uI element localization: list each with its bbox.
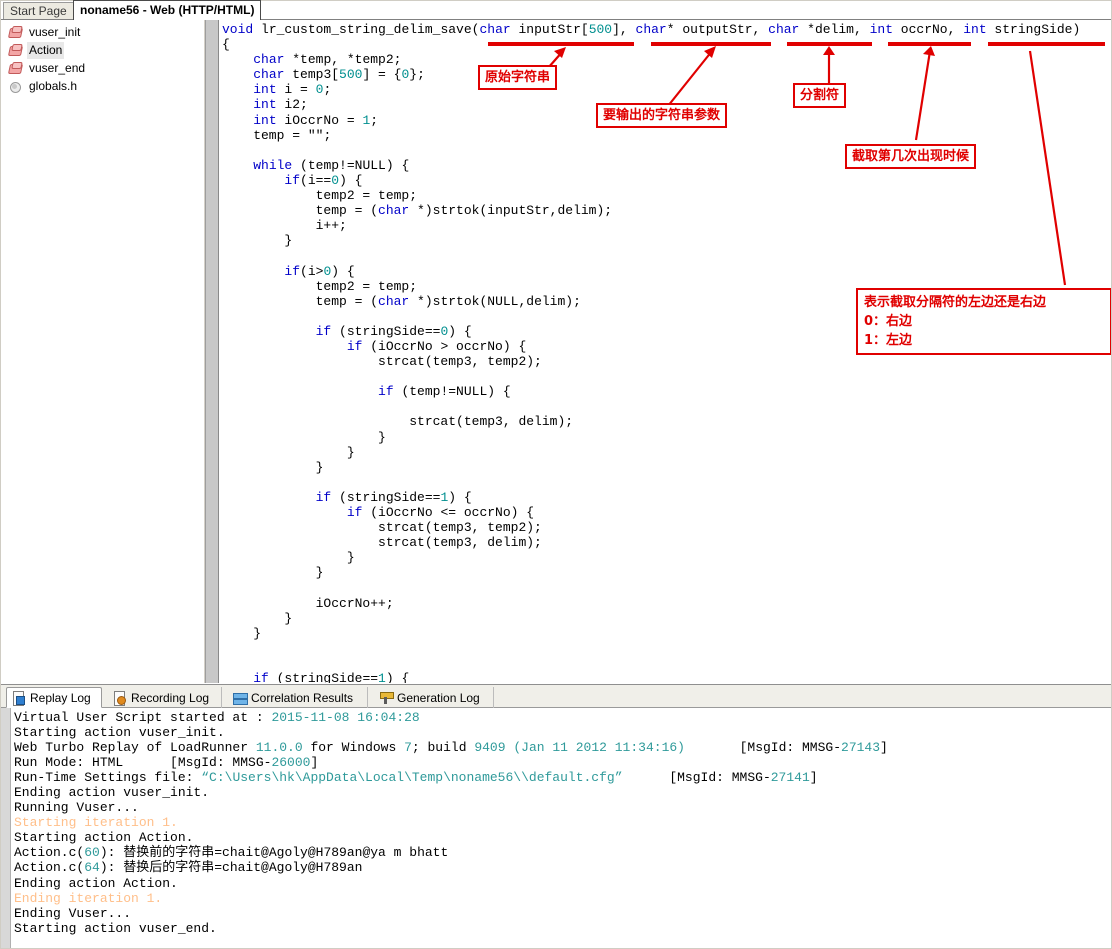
log-text: Virtual User Script started at : 2015-11… <box>14 710 888 936</box>
log-gutter <box>0 708 11 949</box>
tab-label: Generation Log <box>397 690 480 705</box>
tab-label: Recording Log <box>131 690 210 705</box>
script-tree-panel: vuser_init Action vuser_end globals.h <box>0 20 205 683</box>
tree-item-label: Action <box>27 42 65 59</box>
action-block-icon <box>8 26 24 40</box>
tree-item-label: vuser_init <box>29 25 81 39</box>
tab-noname56[interactable]: noname56 - Web (HTTP/HTML) <box>73 0 262 20</box>
tree-item-vuser-init[interactable]: vuser_init <box>0 24 204 41</box>
action-block-icon <box>8 44 24 58</box>
tab-label: Replay Log <box>30 690 91 705</box>
editor-splitter[interactable] <box>205 20 219 683</box>
log-tab-bar: Replay Log Recording Log Correlation Res… <box>0 684 1112 708</box>
code-editor[interactable]: void lr_custom_string_delim_save(char in… <box>220 20 1112 683</box>
replay-log-output[interactable]: Virtual User Script started at : 2015-11… <box>0 708 1112 949</box>
tab-replay-log[interactable]: Replay Log <box>6 687 102 708</box>
correlation-results-icon <box>233 691 248 705</box>
tree-item-action[interactable]: Action <box>0 42 204 59</box>
document-tab-bar: Start Page noname56 - Web (HTTP/HTML) <box>0 0 1112 20</box>
tree-item-label: globals.h <box>29 79 78 93</box>
replay-log-icon <box>12 690 26 706</box>
header-file-icon <box>8 80 24 94</box>
tree-item-vuser-end[interactable]: vuser_end <box>0 60 204 77</box>
action-block-icon <box>8 62 24 76</box>
recording-log-icon <box>113 690 127 706</box>
tab-start-page[interactable]: Start Page <box>3 2 74 19</box>
tab-generation-log[interactable]: Generation Log <box>374 687 494 708</box>
tab-recording-log[interactable]: Recording Log <box>108 687 222 708</box>
tree-item-label: vuser_end <box>29 61 86 75</box>
code-text: void lr_custom_string_delim_save(char in… <box>222 22 1081 683</box>
tab-label: Correlation Results <box>251 690 354 705</box>
vugen-window: Start Page noname56 - Web (HTTP/HTML) vu… <box>0 0 1112 949</box>
generation-log-icon <box>379 691 394 705</box>
tab-correlation-results[interactable]: Correlation Results <box>228 687 368 708</box>
tree-item-globals-h[interactable]: globals.h <box>0 78 204 95</box>
